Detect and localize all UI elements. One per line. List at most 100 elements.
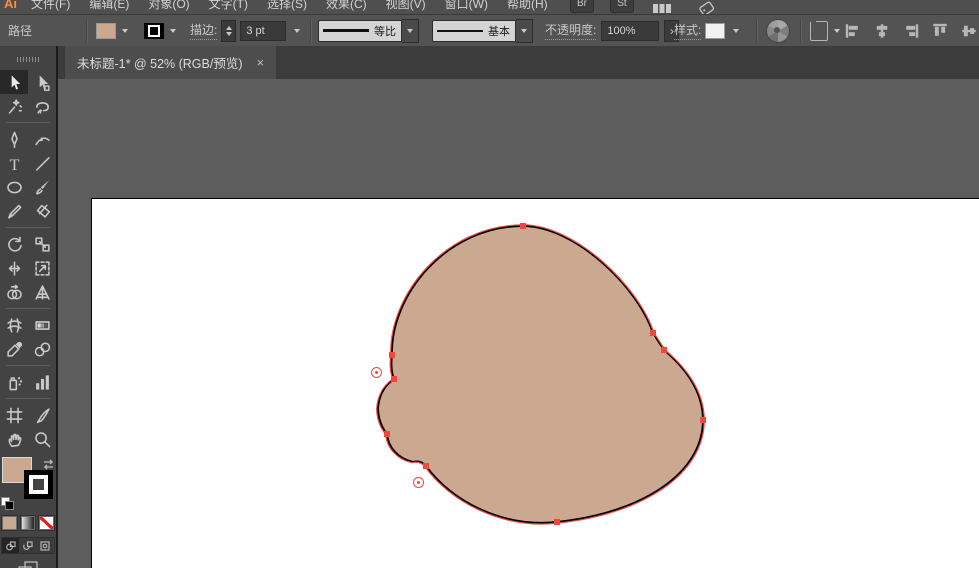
- stroke-panel-link[interactable]: 描边:: [190, 21, 218, 40]
- divider: [800, 19, 802, 42]
- anchor-point[interactable]: [554, 519, 560, 525]
- anchor-point[interactable]: [650, 330, 656, 336]
- draw-normal-button[interactable]: [2, 538, 19, 553]
- eraser-tool[interactable]: [28, 199, 56, 223]
- line-segment-tool[interactable]: [28, 151, 56, 175]
- divider: [756, 19, 758, 42]
- menu-item-view[interactable]: 视图(V): [386, 0, 426, 12]
- menu-item-type[interactable]: 文字(T): [209, 0, 248, 12]
- hand-tool[interactable]: [0, 427, 28, 451]
- anchor-point[interactable]: [384, 431, 390, 437]
- stroke-color-dropdown-icon[interactable]: [166, 23, 180, 39]
- opacity-field[interactable]: 100%: [601, 20, 660, 41]
- brush-definition-field[interactable]: 基本: [432, 19, 516, 42]
- gradient-tool[interactable]: [28, 313, 56, 337]
- stroke-weight-stepper[interactable]: [221, 19, 237, 42]
- color-mode-button[interactable]: [1, 515, 18, 531]
- menu-item-select[interactable]: 选择(S): [267, 0, 307, 12]
- pen-tool[interactable]: [0, 127, 28, 151]
- align-left-icon[interactable]: [842, 20, 864, 42]
- document-tab[interactable]: 未标题-1* @ 52% (RGB/预览) ×: [65, 46, 277, 79]
- brush-dropdown-icon[interactable]: [516, 18, 533, 43]
- panel-grip[interactable]: [17, 57, 39, 62]
- menu-item-file[interactable]: 文件(F): [31, 0, 70, 12]
- type-tool[interactable]: T: [0, 151, 28, 175]
- document-setup-icon[interactable]: [810, 20, 828, 41]
- rotate-tool[interactable]: [0, 232, 28, 256]
- fill-color-swatch[interactable]: [96, 22, 116, 39]
- menu-item-edit[interactable]: 编辑(E): [89, 0, 129, 12]
- width-profile-field[interactable]: 等比: [318, 19, 402, 42]
- eyedropper-tool[interactable]: [0, 337, 28, 361]
- swap-fill-stroke-icon[interactable]: [42, 457, 56, 470]
- scale-tool[interactable]: [28, 232, 56, 256]
- selection-tool[interactable]: [0, 70, 28, 94]
- artboard[interactable]: [91, 198, 979, 568]
- align-hcenter-icon[interactable]: [871, 20, 893, 42]
- anchor-point[interactable]: [389, 352, 395, 358]
- stock-button[interactable]: St: [610, 0, 634, 13]
- default-fill-stroke-icon[interactable]: [1, 497, 14, 510]
- width-tool[interactable]: [0, 256, 28, 280]
- draw-inside-button[interactable]: [36, 538, 53, 553]
- profile-preview-line: [323, 29, 369, 32]
- divider: [86, 19, 88, 42]
- style-swatch[interactable]: [705, 22, 726, 39]
- gradient-mode-button[interactable]: [19, 515, 37, 531]
- zoom-tool[interactable]: [28, 427, 56, 451]
- stroke-color-swatch[interactable]: [144, 22, 164, 39]
- context-label: 路径: [8, 24, 33, 38]
- fill-color-dropdown-icon[interactable]: [118, 23, 132, 39]
- draw-behind-button[interactable]: [19, 538, 36, 553]
- toolbar-divider: [5, 365, 51, 366]
- ellipse-tool[interactable]: [0, 175, 28, 199]
- workspace-switcher-icon[interactable]: [652, 1, 672, 14]
- screen-mode-button[interactable]: [17, 560, 39, 568]
- toolbar-divider: [5, 308, 51, 309]
- align-right-icon[interactable]: [900, 20, 922, 42]
- menu-item-window[interactable]: 窗口(W): [445, 0, 488, 12]
- svg-text:T: T: [9, 155, 19, 172]
- anchor-point[interactable]: [700, 417, 706, 423]
- anchor-point[interactable]: [661, 347, 667, 353]
- anchor-point[interactable]: [391, 376, 397, 382]
- lasso-tool[interactable]: [28, 94, 56, 118]
- recolor-artwork-icon[interactable]: [766, 18, 790, 43]
- slice-tool[interactable]: [28, 403, 56, 427]
- blend-tool[interactable]: [28, 337, 56, 361]
- bridge-button[interactable]: Br: [570, 0, 594, 13]
- shape-builder-tool[interactable]: [0, 280, 28, 304]
- perspective-grid-tool[interactable]: [28, 280, 56, 304]
- menu-item-effect[interactable]: 效果(C): [326, 0, 367, 12]
- style-panel-link[interactable]: 样式:: [674, 21, 702, 40]
- tab-close-icon[interactable]: ×: [257, 56, 265, 69]
- paintbrush-tool[interactable]: [28, 175, 56, 199]
- align-top-icon[interactable]: [929, 20, 951, 42]
- magic-wand-tool[interactable]: [0, 94, 28, 118]
- column-graph-tool[interactable]: [28, 370, 56, 394]
- gpu-performance-icon[interactable]: [696, 1, 718, 14]
- canvas-area[interactable]: [58, 79, 979, 568]
- none-mode-button[interactable]: [38, 515, 56, 531]
- direct-selection-tool[interactable]: [28, 70, 56, 94]
- width-profile-dropdown-icon[interactable]: [402, 18, 419, 43]
- anchor-point[interactable]: [520, 223, 526, 229]
- artboard-tool[interactable]: [0, 403, 28, 427]
- opacity-panel-link[interactable]: 不透明度:: [545, 21, 597, 40]
- style-dropdown-icon[interactable]: [729, 23, 743, 39]
- symbol-sprayer-tool[interactable]: [0, 370, 28, 394]
- shaper-tool[interactable]: [0, 199, 28, 223]
- curvature-tool[interactable]: [28, 127, 56, 151]
- anchor-point[interactable]: [423, 463, 429, 469]
- stroke-weight-field[interactable]: 3 pt: [240, 20, 287, 41]
- stroke-indicator[interactable]: [24, 470, 53, 499]
- menu-item-help[interactable]: 帮助(H): [507, 0, 548, 12]
- align-vcenter-icon[interactable]: [958, 20, 979, 42]
- toolbar-divider: [5, 227, 51, 228]
- mesh-tool[interactable]: [0, 313, 28, 337]
- free-transform-tool[interactable]: [28, 256, 56, 280]
- menu-bar: Ai 文件(F) 编辑(E) 对象(O) 文字(T) 选择(S) 效果(C) 视图(V) 窗口…: [0, 0, 979, 15]
- stroke-weight-dropdown-icon[interactable]: [290, 23, 304, 39]
- anchor-target-marker: [371, 367, 382, 378]
- menu-item-object[interactable]: 对象(O): [148, 0, 189, 12]
